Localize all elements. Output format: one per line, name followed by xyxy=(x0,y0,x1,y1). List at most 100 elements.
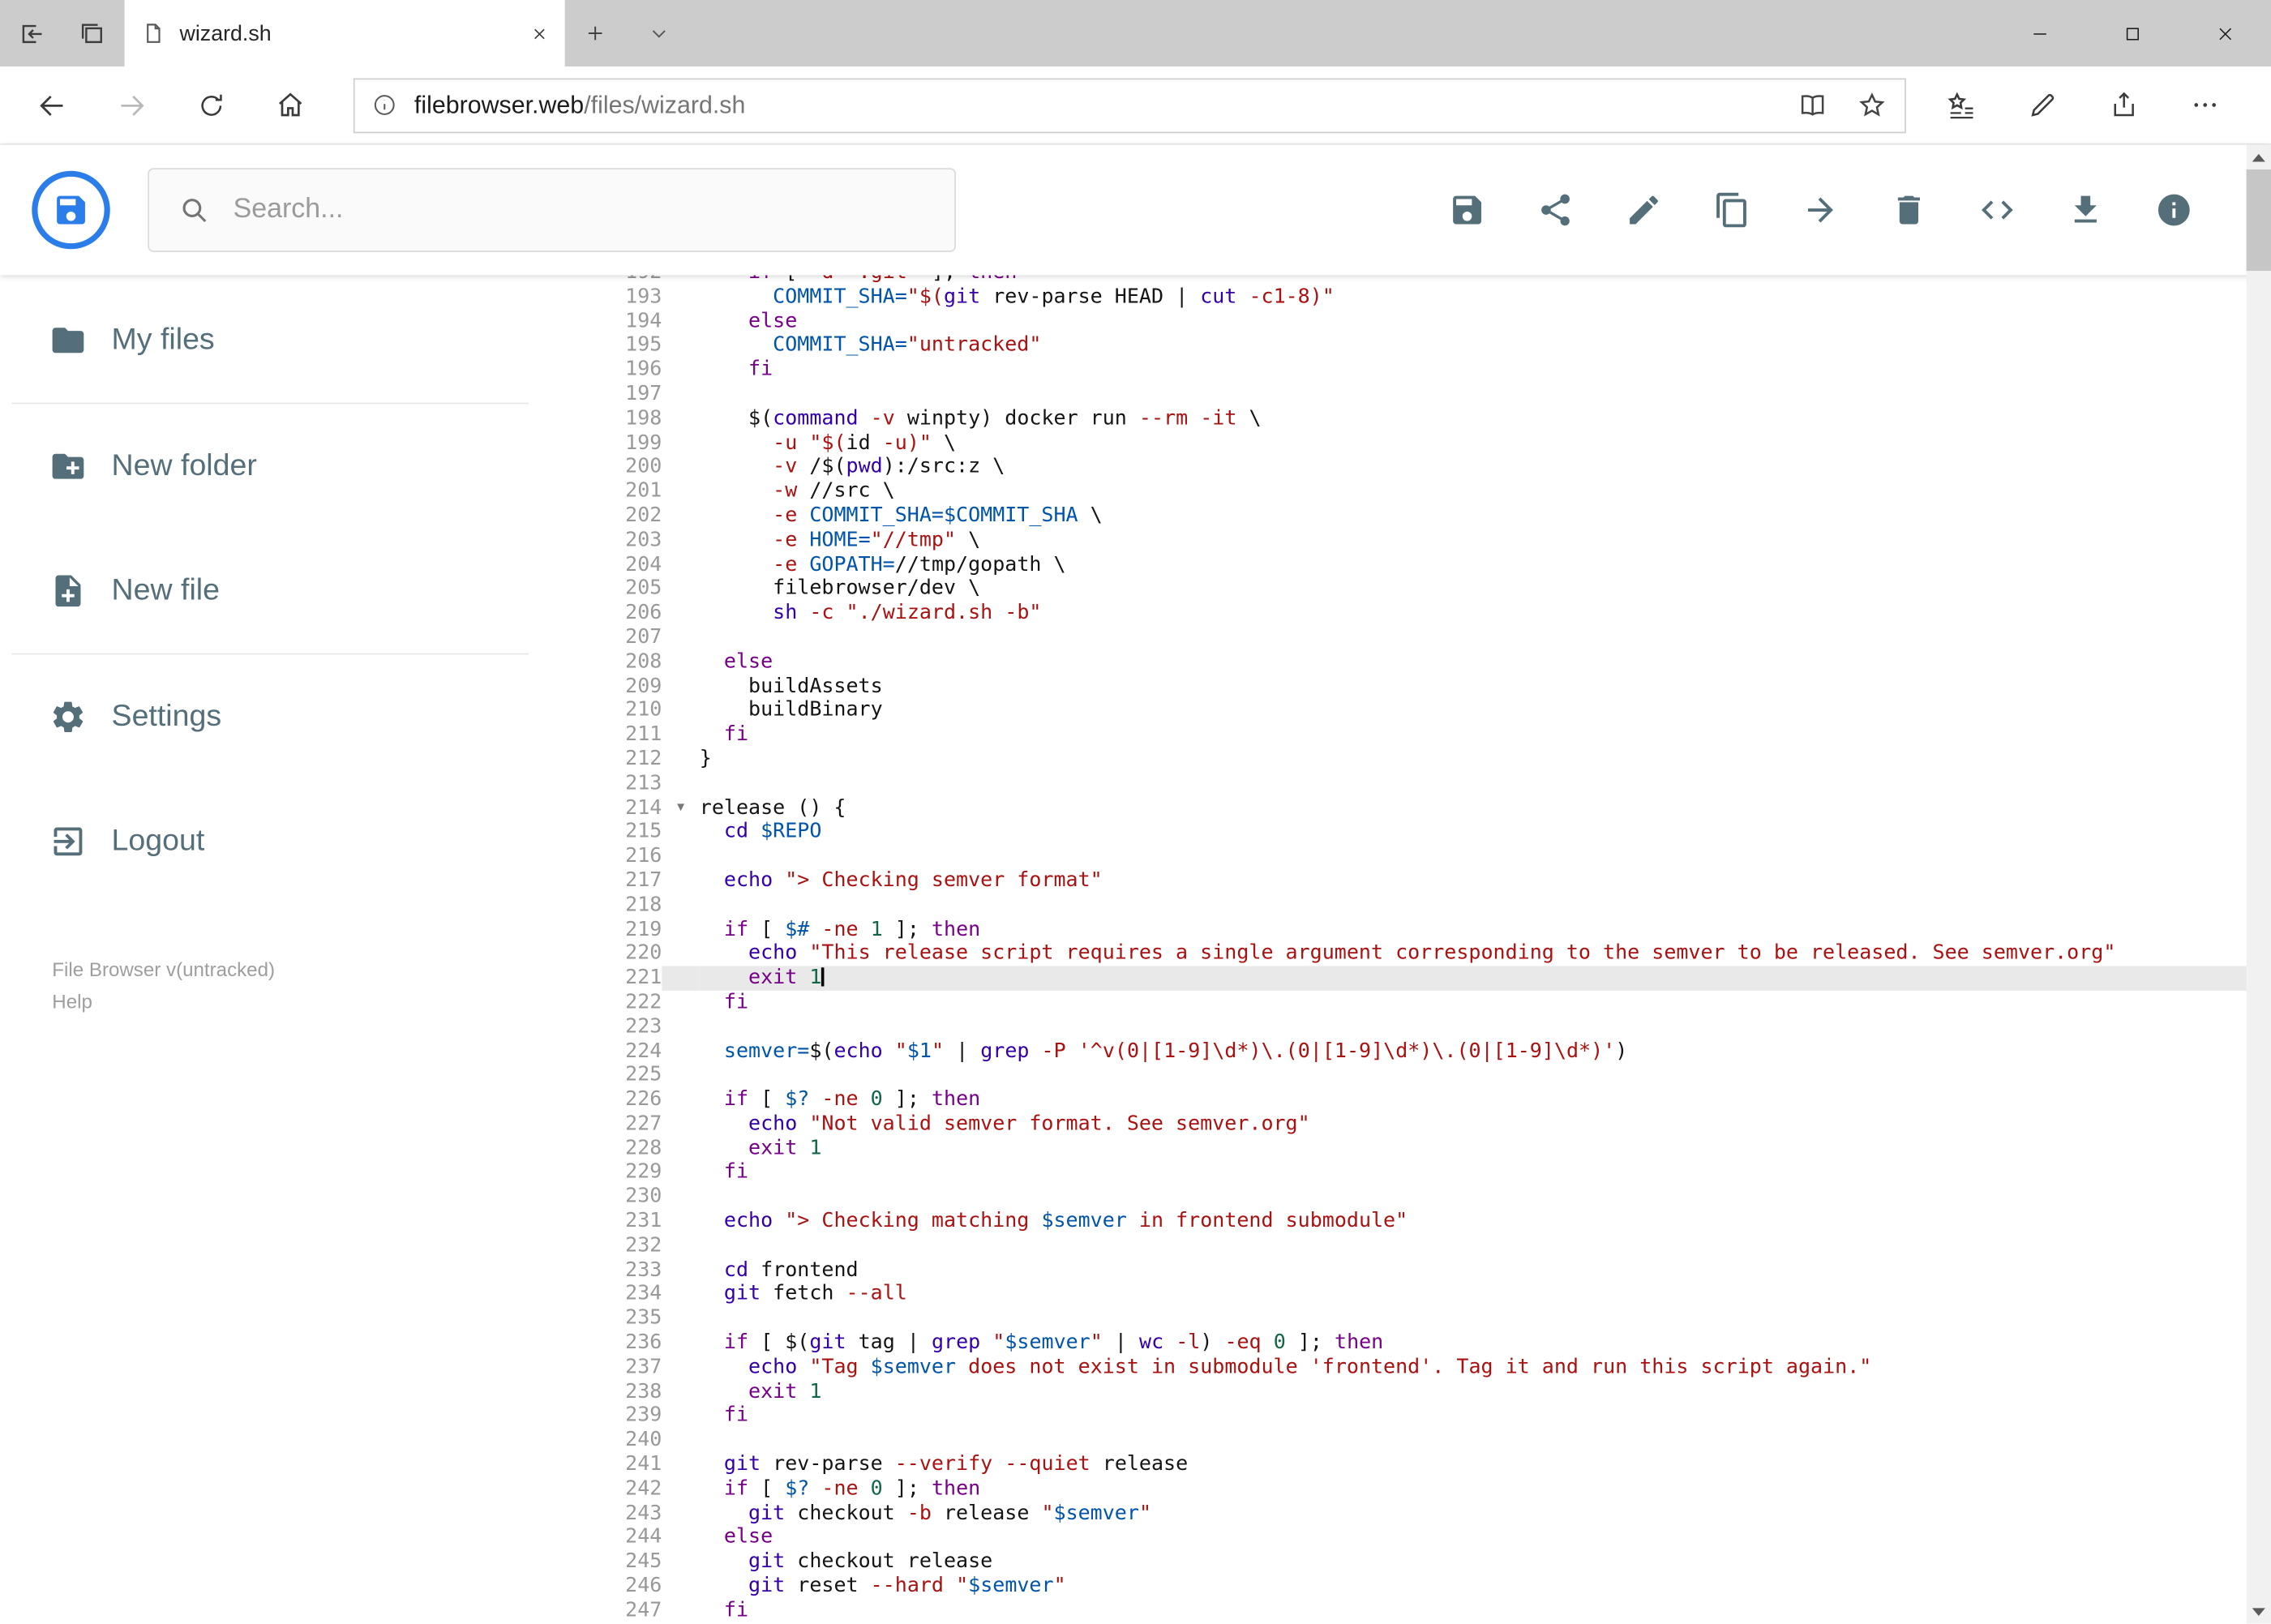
code-line[interactable]: 222 fi xyxy=(586,991,2271,1015)
code-line[interactable]: 218 xyxy=(586,893,2271,918)
code-line[interactable]: 221 exit 1 xyxy=(586,966,2271,991)
code-line[interactable]: 244 else xyxy=(586,1526,2271,1550)
code-line[interactable]: 197 xyxy=(586,383,2271,407)
code-line[interactable]: 233 cd frontend xyxy=(586,1258,2271,1283)
sidebar-item-new-file[interactable]: New file xyxy=(0,529,586,653)
code-line[interactable]: 246 git reset --hard "$semver" xyxy=(586,1575,2271,1599)
code-line[interactable]: 239 fi xyxy=(586,1404,2271,1429)
code-line[interactable]: 205 filebrowser/dev \ xyxy=(586,577,2271,602)
code-line[interactable]: 242 if [ $? -ne 0 ]; then xyxy=(586,1477,2271,1502)
code-line[interactable]: 200 -v /$(pwd):/src:z \ xyxy=(586,456,2271,480)
back-button[interactable] xyxy=(11,66,91,144)
code-line[interactable]: 229 fi xyxy=(586,1161,2271,1185)
copy-icon[interactable] xyxy=(1713,191,1750,229)
sidebar-item-new-folder[interactable]: New folder xyxy=(0,404,586,529)
code-line[interactable]: 227 echo "Not valid semver format. See s… xyxy=(586,1112,2271,1137)
search-input[interactable] xyxy=(230,192,874,228)
code-line[interactable]: 231 echo "> Checking matching $semver in… xyxy=(586,1210,2271,1234)
code-line[interactable]: 247 fi xyxy=(586,1599,2271,1623)
share-icon[interactable] xyxy=(1536,191,1574,229)
refresh-button[interactable] xyxy=(171,66,251,144)
code-line[interactable]: 199 -u "$(id -u)" \ xyxy=(586,431,2271,456)
code-line[interactable]: 195 COMMIT_SHA="untracked" xyxy=(586,334,2271,358)
code-line[interactable]: 237 echo "Tag $semver does not exist in … xyxy=(586,1356,2271,1380)
code-line[interactable]: 243 git checkout -b release "$semver" xyxy=(586,1502,2271,1526)
code-line[interactable]: 225 xyxy=(586,1064,2271,1088)
sidebar-item-my-files[interactable]: My files xyxy=(0,278,586,403)
code-line[interactable]: 217 echo "> Checking semver format" xyxy=(586,869,2271,893)
raw-code-icon[interactable] xyxy=(1978,191,2016,229)
maximize-button[interactable] xyxy=(2085,0,2178,66)
share-page-icon[interactable] xyxy=(2083,66,2164,144)
tabs-preview-icon[interactable] xyxy=(78,19,105,47)
forward-button[interactable] xyxy=(92,66,171,144)
code-line[interactable]: 196 fi xyxy=(586,358,2271,383)
code-line[interactable]: 223 xyxy=(586,1015,2271,1039)
code-line[interactable]: 226 if [ $? -ne 0 ]; then xyxy=(586,1088,2271,1112)
code-line[interactable]: 193 COMMIT_SHA="$(git rev-parse HEAD | c… xyxy=(586,285,2271,310)
scroll-up-icon[interactable] xyxy=(2247,145,2271,169)
code-line[interactable]: 228 exit 1 xyxy=(586,1137,2271,1161)
code-line[interactable]: 220 echo "This release script requires a… xyxy=(586,942,2271,966)
code-line[interactable]: 201 -w //src \ xyxy=(586,480,2271,504)
code-line[interactable]: 238 exit 1 xyxy=(586,1380,2271,1404)
delete-icon[interactable] xyxy=(1890,191,1927,229)
hub-favorites-icon[interactable] xyxy=(1921,66,2002,144)
browser-tab[interactable]: wizard.sh xyxy=(124,0,565,67)
code-line[interactable]: 215 cd $REPO xyxy=(586,821,2271,845)
code-line[interactable]: 219 if [ $# -ne 1 ]; then xyxy=(586,918,2271,942)
code-line[interactable]: 204 -e GOPATH=//tmp/gopath \ xyxy=(586,553,2271,577)
home-button[interactable] xyxy=(251,66,330,144)
reading-view-icon[interactable] xyxy=(1798,90,1828,121)
code-line[interactable]: 207 xyxy=(586,626,2271,650)
code-line[interactable]: 235 xyxy=(586,1307,2271,1331)
scroll-down-icon[interactable] xyxy=(2247,1599,2271,1623)
code-line[interactable]: 206 sh -c "./wizard.sh -b" xyxy=(586,602,2271,626)
code-line[interactable]: 216 xyxy=(586,845,2271,869)
code-line[interactable]: 210 buildBinary xyxy=(586,699,2271,723)
code-line[interactable]: 232 xyxy=(586,1234,2271,1258)
code-line[interactable]: 211 fi xyxy=(586,723,2271,748)
help-link[interactable]: Help xyxy=(52,988,586,1018)
edit-icon[interactable] xyxy=(1625,191,1662,229)
code-line[interactable]: 194 else xyxy=(586,310,2271,334)
sidebar-item-settings[interactable]: Settings xyxy=(0,654,586,779)
code-line[interactable]: 240 xyxy=(586,1429,2271,1453)
info-icon[interactable] xyxy=(2155,191,2192,229)
code-line[interactable]: 203 -e HOME="//tmp" \ xyxy=(586,529,2271,553)
code-line[interactable]: 214 ▾ release () { xyxy=(586,796,2271,821)
close-window-button[interactable] xyxy=(2179,0,2271,66)
web-note-pen-icon[interactable] xyxy=(2002,66,2083,144)
favorite-star-icon[interactable] xyxy=(1857,90,1888,121)
url-field[interactable]: filebrowser.web/files/wizard.sh xyxy=(353,77,1906,133)
filebrowser-logo[interactable] xyxy=(32,170,110,250)
set-tabs-aside-icon[interactable] xyxy=(19,19,46,47)
code-line[interactable]: 192 if [ -d ".git" ]; then xyxy=(586,275,2271,285)
scrollbar-thumb[interactable] xyxy=(2246,169,2271,272)
minimize-button[interactable] xyxy=(1993,0,2085,66)
code-line[interactable]: 241 git rev-parse --verify --quiet relea… xyxy=(586,1453,2271,1477)
tab-close-icon[interactable] xyxy=(532,25,548,41)
code-editor[interactable]: 192 if [ -d ".git" ]; then193 COMMIT_SHA… xyxy=(586,275,2271,1624)
more-options-icon[interactable] xyxy=(2164,66,2245,144)
code-line[interactable]: 208 else xyxy=(586,650,2271,675)
site-info-icon[interactable] xyxy=(372,92,396,117)
code-line[interactable]: 224 semver=$(echo "$1" | grep -P '^v(0|[… xyxy=(586,1039,2271,1064)
code-line[interactable]: 202 -e COMMIT_SHA=$COMMIT_SHA \ xyxy=(586,504,2271,529)
code-line[interactable]: 209 buildAssets xyxy=(586,675,2271,699)
move-icon[interactable] xyxy=(1802,191,1839,229)
sidebar-item-logout[interactable]: Logout xyxy=(0,779,586,904)
vertical-scrollbar[interactable] xyxy=(2246,144,2271,1624)
save-icon[interactable] xyxy=(1448,191,1485,229)
code-line[interactable]: 234 git fetch --all xyxy=(586,1283,2271,1307)
download-icon[interactable] xyxy=(2067,191,2104,229)
code-line[interactable]: 245 git checkout release xyxy=(586,1550,2271,1575)
code-line[interactable]: 198 $(command -v winpty) docker run --rm… xyxy=(586,407,2271,431)
code-line[interactable]: 212} xyxy=(586,748,2271,772)
search-box[interactable] xyxy=(148,168,956,252)
code-line[interactable]: 213 xyxy=(586,772,2271,796)
new-tab-button[interactable] xyxy=(576,0,614,66)
tab-previews-chevron-icon[interactable] xyxy=(641,0,678,66)
code-line[interactable]: 230 xyxy=(586,1185,2271,1210)
fold-arrow-icon[interactable]: ▾ xyxy=(662,796,699,821)
